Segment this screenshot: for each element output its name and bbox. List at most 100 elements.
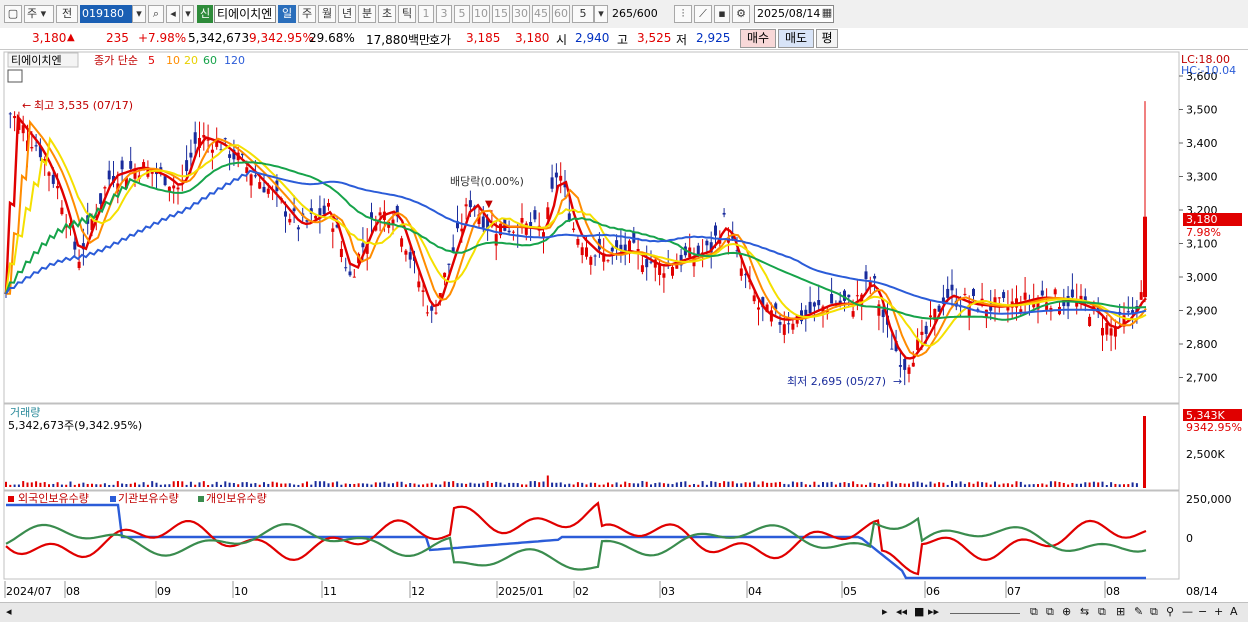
compare-icon[interactable]: ⟋ [694, 5, 712, 23]
split-icon[interactable]: ⇆ [1080, 605, 1089, 618]
volume-bar [985, 482, 988, 487]
bottom-scrollbar[interactable]: ◂ ▸ ◂◂ ■ ▸▸ ⧉ ⧉ ⊕ ⇆ ⧉ ⊞ ✎ ⧉ ⚲ — − + A [0, 602, 1248, 622]
code-dropdown-icon[interactable]: ▾ [132, 5, 146, 23]
zoom-in-icon[interactable]: ⊕ [1062, 605, 1071, 618]
period-tab-year[interactable]: 년 [338, 5, 356, 23]
interval-input[interactable]: 5 [572, 5, 594, 23]
volume-bar [60, 484, 63, 487]
candle-body [1109, 328, 1113, 336]
candle-body [185, 160, 189, 172]
eval-button[interactable]: 평 [816, 29, 838, 48]
capture-icon[interactable]: ⧉ [1098, 605, 1106, 619]
volume-bar [95, 484, 98, 487]
interval-5[interactable]: 5 [454, 5, 470, 23]
forward-icon[interactable]: ▸▸ [928, 605, 939, 618]
scroll-right-icon[interactable]: ▸ [882, 605, 888, 618]
volume-bar [288, 483, 291, 487]
sell-button[interactable]: 매도 [778, 29, 814, 48]
zoom-out-icon[interactable]: − [1198, 605, 1207, 618]
stock-code-input[interactable]: 019180 [80, 5, 132, 23]
period-tab-day[interactable]: 일 [278, 5, 296, 23]
volume-bar [843, 482, 846, 487]
interval-1[interactable]: 1 [418, 5, 434, 23]
chart-type-icon[interactable]: ⫶ [674, 5, 692, 23]
period-tab-week[interactable]: 주 [298, 5, 316, 23]
period-tab-second[interactable]: 초 [378, 5, 396, 23]
search-zoom-icon[interactable]: ⚲ [1166, 605, 1174, 618]
volume-tick: 2,500K [1186, 448, 1225, 461]
gear-icon[interactable]: ⚙ [732, 5, 750, 23]
period-tab-tick[interactable]: 틱 [398, 5, 416, 23]
speaker-icon[interactable]: ◂ [166, 5, 180, 23]
menu-dropdown-icon[interactable]: ▾ [182, 5, 194, 23]
candle-body [1105, 322, 1109, 335]
interval-dropdown-icon[interactable]: ▾ [594, 5, 608, 23]
candle-body [1040, 290, 1044, 296]
scroll-left-icon[interactable]: ◂ [6, 605, 12, 618]
layout2-icon[interactable]: ⧉ [1046, 605, 1054, 619]
volume-bar [710, 481, 713, 487]
save-icon[interactable]: ▪ [714, 5, 730, 23]
candle-body [791, 323, 795, 330]
period-tab-month[interactable]: 월 [318, 5, 336, 23]
period-type-select[interactable]: 주 ▾ [24, 5, 54, 23]
candle-body [107, 170, 111, 180]
prev-button[interactable]: 전 [56, 5, 78, 23]
volume-bar [357, 483, 360, 487]
interval-45[interactable]: 45 [532, 5, 550, 23]
volume-bar [138, 484, 141, 487]
volume-bar [856, 484, 859, 487]
candle-body [464, 204, 468, 207]
volume-bar [680, 481, 683, 487]
zoom-slider[interactable] [950, 605, 1020, 614]
candle-body [873, 276, 877, 279]
volume-bar [787, 484, 790, 487]
candle-body [434, 312, 438, 314]
legend-ma-5: 5 [148, 54, 155, 67]
interval-3[interactable]: 3 [436, 5, 452, 23]
volume-bar [869, 482, 872, 487]
text-icon[interactable]: — [1182, 605, 1193, 618]
volume-bar [1101, 481, 1104, 487]
interval-10[interactable]: 10 [472, 5, 490, 23]
interval-60[interactable]: 60 [552, 5, 570, 23]
candle-body [443, 272, 447, 278]
search-icon[interactable]: ⌕ [148, 5, 164, 23]
stock-name-field[interactable]: 티에이치엔 [214, 5, 276, 23]
interval-15[interactable]: 15 [492, 5, 510, 23]
candle-body [361, 243, 365, 248]
candle-body [997, 297, 1001, 299]
volume-value: 5,342,673 [188, 31, 250, 45]
volume-bar [164, 484, 167, 487]
candle-body [847, 294, 851, 298]
volume-bar [658, 482, 661, 487]
volume-bar [185, 484, 188, 487]
volume-bar [91, 483, 93, 487]
grid-icon[interactable]: ⊞ [1116, 605, 1125, 618]
stock-chart[interactable]: 3,6003,5003,4003,3003,2003,1003,0002,900… [0, 50, 1248, 602]
candle-body [352, 276, 356, 278]
auto-icon[interactable]: A [1230, 605, 1238, 618]
table-icon[interactable] [7, 69, 23, 83]
plus-icon[interactable]: + [1214, 605, 1223, 618]
candle-body [1113, 327, 1117, 337]
window-icon[interactable]: ▢ [4, 5, 22, 23]
volume-bar [955, 483, 958, 487]
volume-bar [65, 484, 68, 487]
copy-icon[interactable]: ⧉ [1150, 605, 1158, 619]
buy-button[interactable]: 매수 [740, 29, 776, 48]
draw-icon[interactable]: ✎ [1134, 605, 1143, 618]
volume-bar [981, 482, 984, 487]
volume-bar [189, 481, 192, 487]
period-tab-minute[interactable]: 분 [358, 5, 376, 23]
volume-bar [512, 482, 515, 487]
calendar-icon[interactable]: ▦ [820, 5, 834, 23]
rewind-icon[interactable]: ◂◂ [896, 605, 907, 618]
stop-icon[interactable]: ■ [914, 605, 924, 618]
volume-bar [1123, 484, 1125, 487]
volume-bar [258, 484, 261, 487]
volume-bar [52, 483, 55, 487]
interval-30[interactable]: 30 [512, 5, 530, 23]
layout-icon[interactable]: ⧉ [1030, 605, 1038, 619]
candle-body [331, 228, 335, 232]
